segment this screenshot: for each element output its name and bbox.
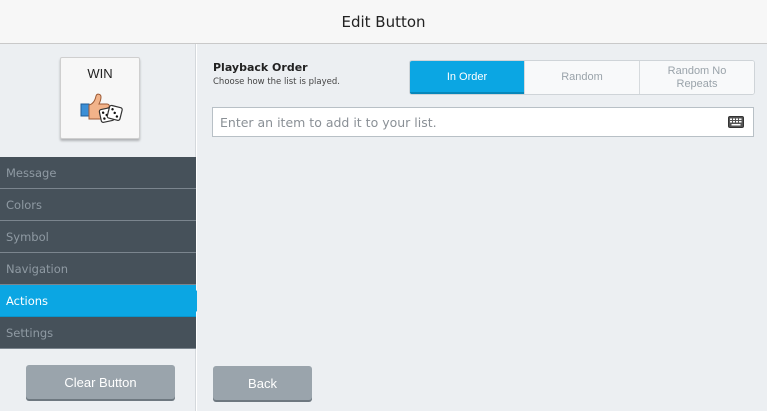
preview-label: WIN <box>87 66 113 81</box>
sidebar-item-symbol[interactable]: Symbol <box>0 221 196 253</box>
clear-button[interactable]: Clear Button <box>26 365 175 399</box>
sidebar-nav: Message Colors Symbol Navigation Actions… <box>0 157 206 349</box>
playback-order-title: Playback Order <box>213 61 308 74</box>
playback-order-subtitle: Choose how the list is played. <box>213 77 340 87</box>
sidebar-item-message[interactable]: Message <box>0 157 196 189</box>
button-preview[interactable]: WIN <box>60 57 140 139</box>
sidebar-item-label: Message <box>6 165 57 180</box>
list-item-field[interactable] <box>212 107 754 137</box>
sidebar-item-label: Colors <box>6 197 43 212</box>
main-panel: Playback Order Choose how the list is pl… <box>197 44 767 411</box>
sidebar-item-settings[interactable]: Settings <box>0 317 196 349</box>
sidebar-item-label: Actions <box>6 293 49 308</box>
keyboard-icon[interactable] <box>728 116 744 128</box>
sidebar: WIN Message Colors Symbol Navigation Act… <box>0 44 206 411</box>
sidebar-item-navigation[interactable]: Navigation <box>0 253 196 285</box>
sidebar-item-label: Navigation <box>6 261 69 276</box>
back-button[interactable]: Back <box>213 366 312 400</box>
page-title: Edit Button <box>341 12 426 31</box>
sidebar-item-colors[interactable]: Colors <box>0 189 196 221</box>
sidebar-item-actions[interactable]: Actions <box>0 285 206 317</box>
sidebar-item-label: Symbol <box>6 229 49 244</box>
thumbs-up-dice-icon <box>80 93 123 123</box>
list-item-input[interactable] <box>220 114 720 130</box>
sidebar-item-label: Settings <box>6 325 54 340</box>
playback-random-no-repeats-option[interactable]: Random No Repeats <box>639 61 754 94</box>
playback-order-selector: In Order Random Random No Repeats <box>409 60 755 95</box>
playback-random-option[interactable]: Random <box>524 61 639 94</box>
title-bar: Edit Button <box>0 0 767 44</box>
playback-in-order-option[interactable]: In Order <box>410 61 524 94</box>
